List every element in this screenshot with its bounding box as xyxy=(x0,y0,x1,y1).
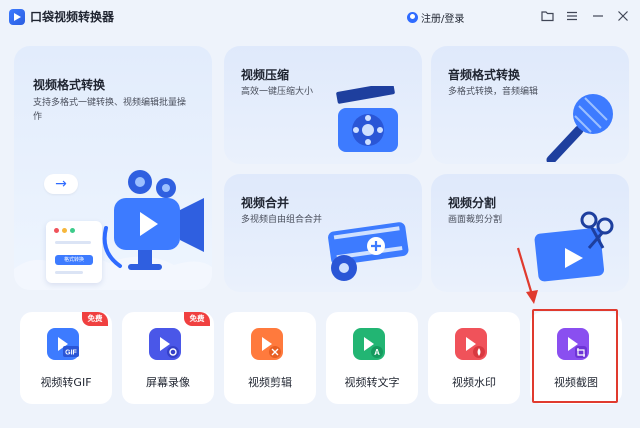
card-title: 视频分割 xyxy=(448,196,497,210)
svg-text:A: A xyxy=(374,348,380,357)
text-icon: A xyxy=(353,328,385,360)
tool-label: 视频水印 xyxy=(452,376,496,389)
card-video-compress[interactable]: 视频压缩 高效一键压缩大小 xyxy=(224,46,422,164)
watermark-icon xyxy=(455,328,487,360)
clapperboard-icon xyxy=(336,86,398,152)
tool-label: 视频转GIF xyxy=(40,376,92,389)
card-desc: 支持多格式一键转换、视频编辑批量操作 xyxy=(33,98,187,122)
free-badge: 免费 xyxy=(184,312,210,326)
dot-yellow xyxy=(62,228,67,233)
card-video-merge[interactable]: 视频合并 多视频自由组合合并 xyxy=(224,174,422,292)
card-title: 视频压缩 xyxy=(241,68,290,82)
scissors-icon xyxy=(251,328,283,360)
card-desc: 高效一键压缩大小 xyxy=(241,87,314,97)
free-badge: 免费 xyxy=(82,312,108,326)
card-audio-convert[interactable]: 音频格式转换 多格式转换，音频编辑 xyxy=(431,46,629,164)
tool-label: 视频转文字 xyxy=(344,376,400,389)
tool-video-to-gif[interactable]: 免费 GIF 视频转GIF xyxy=(20,312,112,404)
app-logo-icon xyxy=(9,9,25,25)
title-bar: 口袋视频转换器 注册/登录 xyxy=(0,0,640,34)
split-scissors-icon xyxy=(534,211,614,282)
tool-screen-record[interactable]: 免费 屏幕录像 xyxy=(122,312,214,404)
film-merge-icon xyxy=(328,222,409,281)
tool-label: 屏幕录像 xyxy=(146,376,190,389)
minimize-icon[interactable] xyxy=(591,10,605,24)
login-label: 注册/登录 xyxy=(421,14,465,25)
tool-video-edit[interactable]: 视频剪辑 xyxy=(224,312,316,404)
login-link[interactable]: 注册/登录 xyxy=(407,10,464,25)
annotation-highlight-box xyxy=(532,309,618,403)
mini-line xyxy=(55,241,91,244)
card-title: 音频格式转换 xyxy=(448,68,521,82)
microphone-icon xyxy=(546,94,613,162)
card-title: 视频格式转换 xyxy=(33,78,106,92)
menu-icon[interactable] xyxy=(565,10,579,24)
mini-line xyxy=(55,271,83,274)
card-title: 视频合并 xyxy=(241,196,290,210)
dot-green xyxy=(70,228,75,233)
app-title: 口袋视频转换器 xyxy=(30,10,115,24)
tool-video-watermark[interactable]: 视频水印 xyxy=(428,312,520,404)
mini-panel-illustration: 格式转换 xyxy=(46,221,102,283)
mini-pill: 格式转换 xyxy=(55,255,93,265)
tool-video-to-text[interactable]: A 视频转文字 xyxy=(326,312,418,404)
dot-red xyxy=(54,228,59,233)
card-desc: 画面裁剪分割 xyxy=(448,215,503,225)
user-icon xyxy=(407,12,418,23)
card-format-convert[interactable]: 视频格式转换 支持多格式一键转换、视频编辑批量操作 → 格式转换 xyxy=(14,46,212,290)
screen-record-icon xyxy=(149,328,181,360)
card-desc: 多格式转换，音频编辑 xyxy=(448,87,539,97)
annotation-arrow-icon xyxy=(516,247,538,304)
close-icon[interactable] xyxy=(616,10,630,24)
svg-text:GIF: GIF xyxy=(65,350,77,357)
gif-icon: GIF xyxy=(47,328,79,360)
arrow-right-icon[interactable]: → xyxy=(44,174,78,194)
video-camera-icon xyxy=(102,170,204,270)
folder-icon[interactable] xyxy=(540,10,554,24)
card-desc: 多视频自由组合合并 xyxy=(241,215,323,225)
tool-label: 视频剪辑 xyxy=(248,376,292,389)
